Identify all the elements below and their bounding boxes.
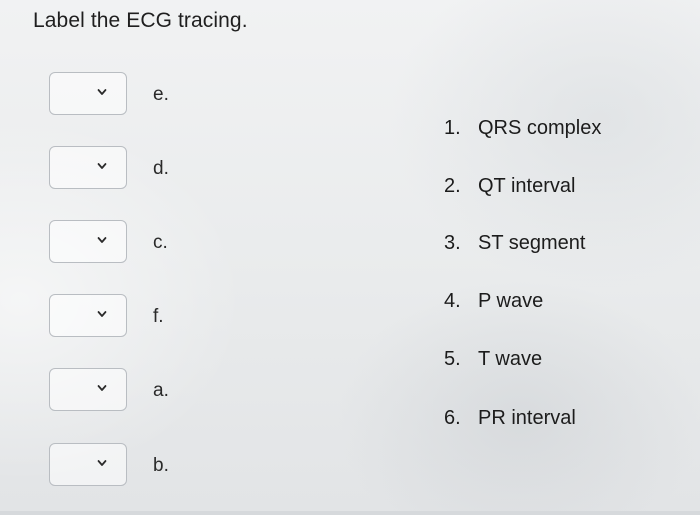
chevron-down-icon	[97, 460, 107, 466]
option-label: PR interval	[478, 407, 576, 429]
row-letter: d.	[153, 158, 169, 179]
bottom-divider	[0, 511, 700, 515]
answer-dropdown[interactable]	[49, 220, 127, 263]
match-row-d: d.	[49, 146, 249, 192]
row-letter: a.	[153, 380, 169, 401]
answer-dropdown[interactable]	[49, 368, 127, 411]
row-letter: f.	[153, 306, 164, 327]
option-number: 4.	[444, 290, 461, 312]
option-number: 6.	[444, 407, 461, 429]
option-item: 2. QT interval	[444, 175, 575, 198]
row-letter: c.	[153, 232, 168, 253]
option-label: QRS complex	[478, 117, 602, 139]
match-row-e: e.	[49, 72, 249, 118]
option-item: 6. PR interval	[444, 407, 576, 430]
match-row-f: f.	[49, 294, 249, 340]
option-number: 1.	[444, 117, 461, 139]
chevron-down-icon	[97, 311, 107, 317]
option-label: QT interval	[478, 175, 576, 197]
match-row-a: a.	[49, 368, 249, 414]
option-label: P wave	[478, 290, 544, 312]
option-item: 3. ST segment	[444, 232, 585, 255]
match-row-c: c.	[49, 220, 249, 266]
option-number: 5.	[444, 348, 461, 370]
match-row-b: b.	[49, 443, 249, 489]
answer-dropdown[interactable]	[49, 443, 127, 486]
option-number: 2.	[444, 175, 461, 197]
chevron-down-icon	[97, 385, 107, 391]
question-title: Label the ECG tracing.	[33, 9, 248, 32]
answer-dropdown[interactable]	[49, 294, 127, 337]
answer-dropdown[interactable]	[49, 146, 127, 189]
option-label: T wave	[478, 348, 543, 370]
chevron-down-icon	[97, 89, 107, 95]
option-item: 5. T wave	[444, 348, 542, 371]
option-item: 1. QRS complex	[444, 117, 601, 140]
chevron-down-icon	[97, 237, 107, 243]
option-item: 4. P wave	[444, 290, 543, 313]
row-letter: b.	[153, 455, 169, 476]
row-letter: e.	[153, 84, 169, 105]
option-label: ST segment	[478, 232, 586, 254]
chevron-down-icon	[97, 163, 107, 169]
answer-dropdown[interactable]	[49, 72, 127, 115]
option-number: 3.	[444, 232, 461, 254]
